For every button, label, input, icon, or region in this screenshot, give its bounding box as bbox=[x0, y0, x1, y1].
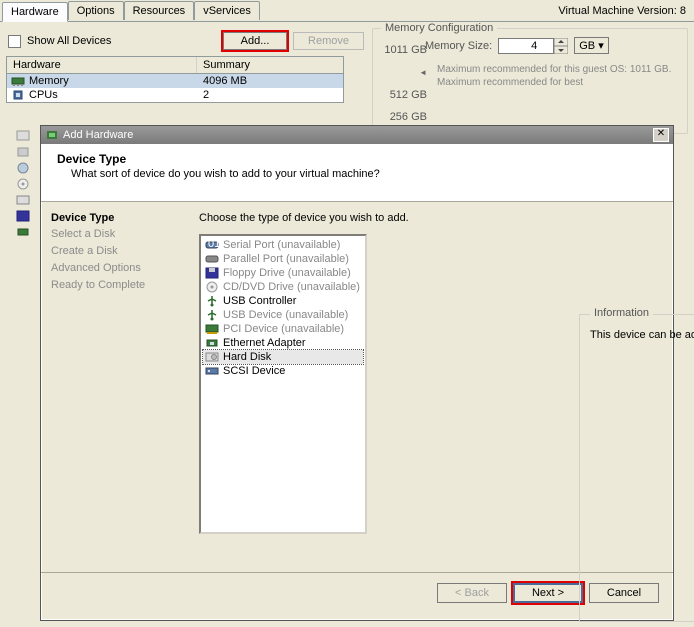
hw-row-cpus[interactable]: CPUs 2 bbox=[7, 88, 343, 102]
memory-size-input[interactable]: 4 bbox=[498, 38, 554, 54]
hw-row-memory[interactable]: Memory 4096 MB bbox=[7, 74, 343, 88]
device-item-label: SCSI Device bbox=[223, 365, 285, 377]
device-item-label: Serial Port (unavailable) bbox=[223, 239, 340, 251]
hardware-table: Hardware Summary Memory 4096 MB CPUs 2 bbox=[6, 56, 344, 103]
add-hardware-dialog: Add Hardware ✕ Device Type What sort of … bbox=[40, 125, 674, 621]
pci-icon bbox=[205, 323, 219, 335]
disk-side-icon bbox=[16, 194, 30, 206]
svg-text:010: 010 bbox=[208, 239, 219, 250]
usb-icon bbox=[205, 295, 219, 307]
serial-icon: 010 bbox=[205, 239, 219, 251]
parallel-icon bbox=[205, 253, 219, 265]
tab-hardware[interactable]: Hardware bbox=[2, 2, 68, 22]
wizard-step: Ready to Complete bbox=[51, 277, 179, 294]
device-item-label: CD/DVD Drive (unavailable) bbox=[223, 281, 360, 293]
add-button[interactable]: Add... bbox=[223, 32, 287, 50]
dialog-header-subtitle: What sort of device do you wish to add t… bbox=[71, 168, 657, 180]
video-icon bbox=[16, 130, 30, 142]
device-item-floppy[interactable]: Floppy Drive (unavailable) bbox=[203, 266, 363, 280]
device-item-label: USB Controller bbox=[223, 295, 296, 307]
memory-config-label: Memory Configuration bbox=[381, 22, 497, 34]
vm-version-label: Virtual Machine Version: 8 bbox=[558, 5, 686, 17]
cd-side-icon bbox=[16, 178, 30, 190]
memory-note-max-guest: Maximum recommended for this guest OS: 1… bbox=[425, 64, 679, 75]
nic-side-icon bbox=[16, 226, 30, 238]
close-icon[interactable]: ✕ bbox=[653, 128, 669, 142]
wizard-steps: Device Type Select a Disk Create a Disk … bbox=[41, 202, 189, 572]
cd-icon bbox=[205, 281, 219, 293]
device-item-serial[interactable]: 010 Serial Port (unavailable) bbox=[203, 238, 363, 252]
cpu-icon bbox=[11, 89, 25, 101]
nic-icon bbox=[205, 337, 219, 349]
disk-icon bbox=[205, 351, 219, 363]
hw-row-label: Memory bbox=[29, 75, 69, 87]
floppy-side-icon bbox=[16, 210, 30, 222]
device-item-usb[interactable]: USB Device (unavailable) bbox=[203, 308, 363, 322]
back-button: < Back bbox=[437, 583, 507, 603]
device-item-label: USB Device (unavailable) bbox=[223, 309, 348, 321]
information-text: This device can be added to this Virtual… bbox=[590, 329, 694, 341]
dialog-header-title: Device Type bbox=[57, 152, 657, 166]
device-item-label: PCI Device (unavailable) bbox=[223, 323, 344, 335]
dialog-header: Device Type What sort of device do you w… bbox=[41, 144, 673, 202]
scsi-ctrl-icon bbox=[16, 162, 30, 174]
device-item-pci[interactable]: PCI Device (unavailable) bbox=[203, 322, 363, 336]
dialog-titlebar[interactable]: Add Hardware ✕ bbox=[41, 126, 673, 144]
scsi-icon bbox=[205, 365, 219, 377]
device-item-cd[interactable]: CD/DVD Drive (unavailable) bbox=[203, 280, 363, 294]
device-list[interactable]: 010 Serial Port (unavailable) Parallel Por… bbox=[199, 234, 367, 534]
device-item-label: Floppy Drive (unavailable) bbox=[223, 267, 351, 279]
device-item-usb[interactable]: USB Controller bbox=[203, 294, 363, 308]
device-item-nic[interactable]: Ethernet Adapter bbox=[203, 336, 363, 350]
hw-row-label: CPUs bbox=[29, 89, 58, 101]
dialog-title-text: Add Hardware bbox=[63, 129, 133, 141]
device-item-parallel[interactable]: Parallel Port (unavailable) bbox=[203, 252, 363, 266]
vmci-icon bbox=[16, 146, 30, 158]
wizard-step: Advanced Options bbox=[51, 260, 179, 277]
wizard-step-current: Device Type bbox=[51, 212, 179, 224]
memory-note-max-best: Maximum recommended for best bbox=[425, 77, 679, 88]
device-item-label: Hard Disk bbox=[223, 351, 271, 363]
hw-col-summary[interactable]: Summary bbox=[197, 57, 256, 73]
memory-icon bbox=[11, 75, 25, 87]
tabs-row: Hardware Options Resources vServices Vir… bbox=[0, 0, 694, 22]
device-side-icons bbox=[16, 130, 30, 238]
show-all-checkbox[interactable] bbox=[8, 35, 21, 48]
memory-unit-select[interactable]: GB ▾ bbox=[574, 37, 608, 54]
hw-row-value: 2 bbox=[197, 89, 343, 101]
wizard-step: Create a Disk bbox=[51, 243, 179, 260]
wizard-step: Select a Disk bbox=[51, 226, 179, 243]
tab-options[interactable]: Options bbox=[68, 1, 124, 20]
dialog-icon bbox=[45, 128, 59, 142]
tab-vservices[interactable]: vServices bbox=[194, 1, 260, 20]
information-box: Information This device can be added to … bbox=[579, 314, 694, 622]
hw-col-hardware[interactable]: Hardware bbox=[7, 57, 197, 73]
information-label: Information bbox=[590, 307, 653, 319]
device-item-label: Parallel Port (unavailable) bbox=[223, 253, 349, 265]
remove-button: Remove bbox=[293, 32, 364, 50]
floppy-icon bbox=[205, 267, 219, 279]
memory-spinner[interactable] bbox=[554, 38, 568, 54]
next-button[interactable]: Next > bbox=[513, 583, 583, 603]
usb-icon bbox=[205, 309, 219, 321]
hw-row-value: 4096 MB bbox=[197, 75, 343, 87]
show-all-label: Show All Devices bbox=[27, 35, 111, 47]
tab-resources[interactable]: Resources bbox=[124, 1, 195, 20]
device-item-label: Ethernet Adapter bbox=[223, 337, 306, 349]
memory-configuration-group: Memory Configuration 1011 GB ◄ 512 GB 25… bbox=[372, 28, 688, 134]
choose-device-label: Choose the type of device you wish to ad… bbox=[199, 212, 663, 224]
device-item-scsi[interactable]: SCSI Device bbox=[203, 364, 363, 378]
device-item-disk[interactable]: Hard Disk bbox=[203, 350, 363, 364]
memory-size-label: Memory Size: bbox=[425, 40, 492, 52]
